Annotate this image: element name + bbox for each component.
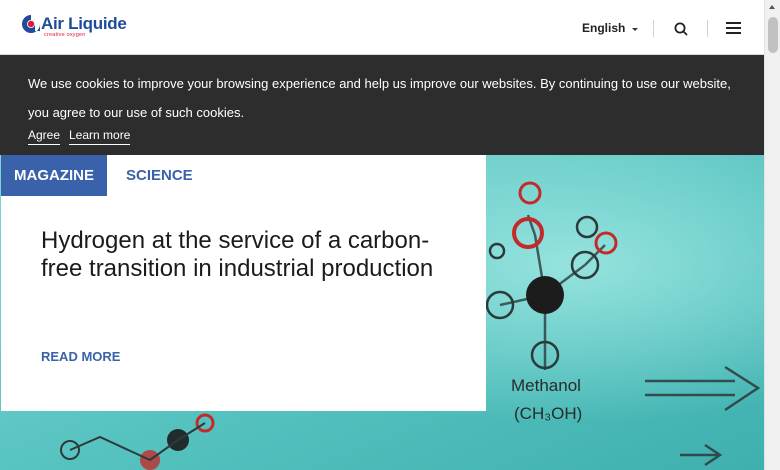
article-headline[interactable]: Hydrogen at the service of a carbon-free… (41, 227, 461, 283)
language-selector[interactable]: English (582, 21, 625, 35)
methanol-formula: (CH₃OH) (514, 404, 582, 423)
hero-section: Methanol (CH₃OH) MAGAZINE SCIENCE Hydrog… (0, 155, 764, 470)
methanol-label: Methanol (511, 376, 581, 395)
cookie-message: We use cookies to improve your browsing … (28, 76, 731, 120)
logo-mark-icon (22, 15, 40, 33)
caret-down-icon[interactable] (632, 28, 638, 31)
divider (707, 20, 708, 37)
category-tag-magazine[interactable]: MAGAZINE (1, 155, 107, 196)
cookie-agree-link[interactable]: Agree (28, 128, 61, 145)
page: Air Liquide creative oxygen English We u… (0, 0, 780, 470)
scroll-up-arrow-icon[interactable] (769, 5, 775, 9)
article-card: MAGAZINE SCIENCE Hydrogen at the service… (1, 155, 486, 411)
logo-tagline: creative oxygen (44, 32, 86, 38)
read-more-link[interactable]: READ MORE (41, 349, 120, 364)
site-header: Air Liquide creative oxygen English (0, 0, 764, 55)
arrow-right-icon[interactable] (1, 155, 13, 165)
search-icon[interactable] (672, 20, 690, 38)
cookie-learn-more-link[interactable]: Learn more (69, 128, 131, 145)
cookie-banner: We use cookies to improve your browsing … (0, 55, 764, 155)
air-liquide-logo[interactable]: Air Liquide creative oxygen (20, 13, 130, 41)
scrollbar-thumb[interactable] (768, 17, 778, 53)
category-tag-science[interactable]: SCIENCE (126, 155, 193, 196)
logo-wordmark: Air Liquide (41, 14, 127, 33)
divider (653, 20, 654, 37)
hamburger-menu-icon[interactable] (724, 19, 744, 37)
page-scrollbar[interactable] (764, 0, 780, 470)
